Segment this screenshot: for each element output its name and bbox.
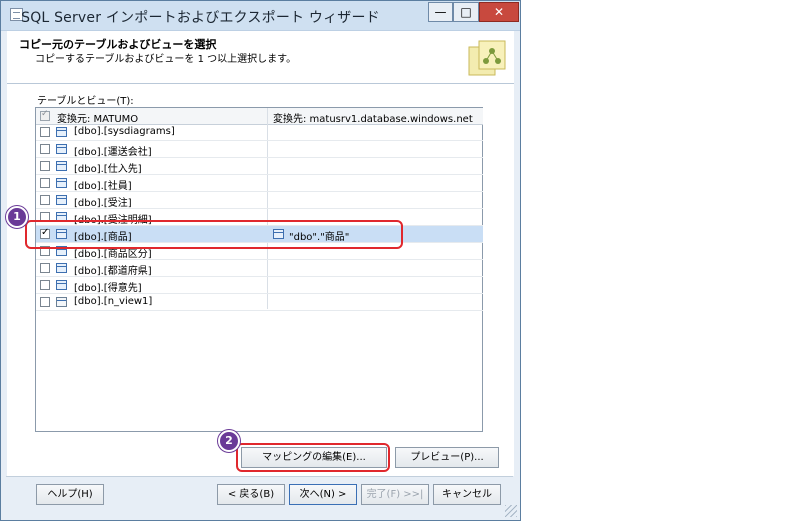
cancel-button[interactable]: キャンセル — [433, 484, 501, 505]
minimize-button[interactable]: — — [428, 2, 453, 22]
source-table-name: [dbo].[社員] — [74, 181, 132, 192]
back-button[interactable]: < 戻る(B) — [217, 484, 285, 505]
tables-views-label: テーブルとビュー(T): — [37, 96, 134, 107]
row-checkbox[interactable] — [40, 127, 50, 137]
table-row[interactable]: [dbo].[得意先] — [36, 277, 483, 294]
title-bar[interactable]: SQL Server インポートおよびエクスポート ウィザード — □ ✕ — [1, 1, 520, 31]
select-all-checkbox[interactable] — [40, 109, 50, 121]
source-table-name: [dbo].[運送会社] — [74, 147, 152, 158]
table-row[interactable]: [dbo].[n_view1] — [36, 294, 483, 311]
row-checkbox[interactable] — [40, 161, 50, 171]
close-button[interactable]: ✕ — [479, 2, 519, 22]
table-icon — [56, 195, 67, 205]
table-row[interactable]: [dbo].[sysdiagrams] — [36, 124, 483, 141]
footer-divider — [6, 476, 513, 477]
resize-grip[interactable] — [505, 505, 517, 517]
maximize-button[interactable]: □ — [453, 2, 479, 22]
row-checkbox[interactable] — [40, 144, 50, 154]
callout-edit-mappings — [236, 443, 390, 472]
page-header: コピー元のテーブルおよびビューを選択 コピーするテーブルおよびビューを 1 つ以… — [7, 31, 514, 84]
page-subtitle: コピーするテーブルおよびビューを 1 つ以上選択します。 — [35, 54, 297, 65]
table-row[interactable]: [dbo].[受注] — [36, 192, 483, 209]
source-table-name: [dbo].[仕入先] — [74, 164, 142, 175]
view-icon — [56, 297, 67, 307]
table-row[interactable]: [dbo].[仕入先] — [36, 158, 483, 175]
source-table-name: [dbo].[得意先] — [74, 283, 142, 294]
callout-selected-row — [25, 220, 403, 249]
grid-header: 変換元: MATUMO 変換先: matusrv1.database.windo… — [36, 108, 483, 125]
next-button[interactable]: 次へ(N) > — [289, 484, 357, 505]
table-icon — [56, 178, 67, 188]
table-icon — [56, 263, 67, 273]
help-button[interactable]: ヘルプ(H) — [36, 484, 104, 505]
window-title: SQL Server インポートおよびエクスポート ウィザード — [21, 10, 380, 26]
step-badge-2: 2 — [218, 430, 240, 452]
row-checkbox[interactable] — [40, 195, 50, 205]
source-column-header[interactable]: 変換元: MATUMO — [57, 110, 138, 125]
row-checkbox[interactable] — [40, 297, 50, 307]
source-table-name: [dbo].[受注] — [74, 198, 132, 209]
table-row[interactable]: [dbo].[運送会社] — [36, 141, 483, 158]
source-table-name: [dbo].[都道府県] — [74, 266, 152, 277]
table-icon — [56, 280, 67, 290]
row-checkbox[interactable] — [40, 263, 50, 273]
wizard-tables-icon — [468, 40, 506, 76]
row-checkbox[interactable] — [40, 178, 50, 188]
table-row[interactable]: [dbo].[社員] — [36, 175, 483, 192]
table-icon — [56, 144, 67, 154]
row-checkbox[interactable] — [40, 280, 50, 290]
table-icon — [56, 161, 67, 171]
source-table-name: [dbo].[sysdiagrams] — [74, 126, 175, 137]
table-icon — [56, 127, 67, 137]
tables-views-grid[interactable]: 変換元: MATUMO 変換先: matusrv1.database.windo… — [35, 107, 483, 432]
destination-column-header[interactable]: 変換先: matusrv1.database.windows.net — [273, 110, 473, 125]
step-badge-1: 1 — [6, 206, 28, 228]
table-row[interactable]: [dbo].[都道府県] — [36, 260, 483, 277]
source-table-name: [dbo].[n_view1] — [74, 296, 153, 307]
finish-button: 完了(F) >>| — [361, 484, 429, 505]
preview-button[interactable]: プレビュー(P)... — [395, 447, 499, 468]
